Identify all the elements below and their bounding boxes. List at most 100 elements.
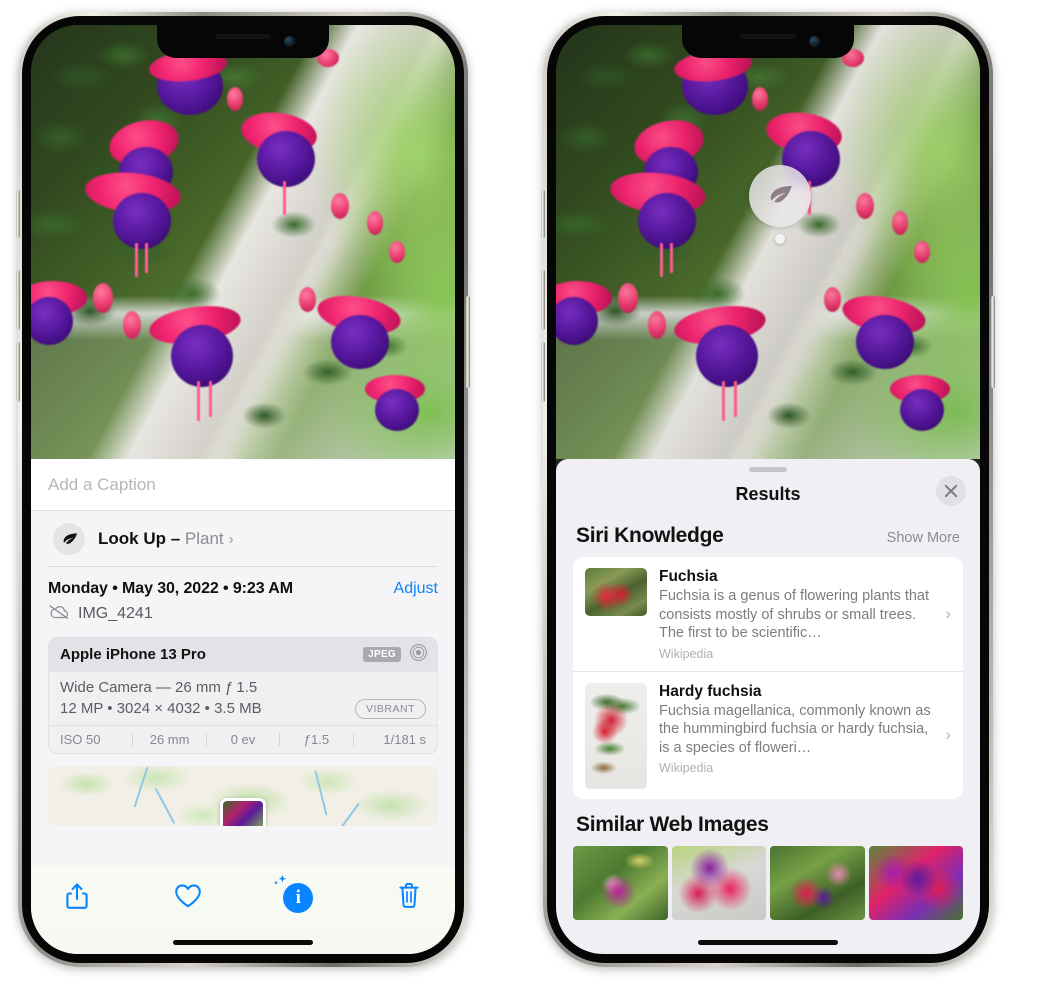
left-iphone-device: Add a Caption Look Up – Plant › Monday •… [16, 12, 470, 967]
front-camera [284, 36, 295, 47]
photo-pin-thumbnail[interactable] [220, 797, 266, 826]
mute-switch[interactable] [16, 190, 20, 238]
volume-down-button[interactable] [16, 342, 20, 402]
web-image-4[interactable] [868, 845, 963, 920]
visual-look-up-anchor-dot [775, 234, 785, 244]
knowledge-source: Wikipedia [659, 761, 714, 776]
volume-up-button[interactable] [541, 270, 545, 330]
fuchsia-thumbnail [585, 568, 647, 616]
right-screen: Results Siri Knowledge Show More Fuchsia… [556, 25, 980, 954]
chevron-right-icon: › [945, 603, 951, 623]
photo-info-panel: Add a Caption Look Up – Plant › Monday •… [31, 459, 455, 954]
delete-button[interactable] [387, 878, 431, 918]
notch [157, 25, 329, 58]
sparkles-icon [31, 503, 40, 528]
screenshot-stage: Add a Caption Look Up – Plant › Monday •… [0, 0, 1055, 985]
look-up-label: Look Up – Plant › [98, 529, 234, 549]
knowledge-title: Hardy fuchsia [659, 682, 762, 700]
show-more-button[interactable]: Show More [887, 530, 960, 546]
lens-line: Wide Camera — 26 mm ƒ 1.5 [60, 678, 258, 696]
camera-header: Apple iPhone 13 Pro JPEG [49, 637, 437, 672]
camera-model: Apple iPhone 13 Pro [60, 646, 206, 663]
leaf-icon [765, 179, 795, 214]
visual-look-up-badge[interactable] [749, 165, 811, 227]
vibrant-badge: VIBRANT [354, 698, 426, 719]
share-icon [65, 882, 89, 915]
home-indicator[interactable] [698, 940, 838, 945]
section-title: Siri Knowledge [576, 524, 724, 547]
favorite-button[interactable] [166, 878, 210, 918]
knowledge-row[interactable]: Fuchsia Fuchsia is a genus of flowering … [573, 557, 963, 671]
photo-viewer[interactable] [31, 25, 455, 459]
heart-icon [174, 883, 202, 914]
sparkles-icon [272, 874, 289, 897]
photo-dim-overlay [556, 25, 980, 459]
info-glyph: i [295, 887, 301, 908]
photo-datetime: Monday • May 30, 2022 • 9:23 AM [48, 579, 293, 597]
sheet-title: Results [735, 483, 801, 504]
file-name: IMG_4241 [78, 605, 153, 622]
siri-knowledge-header: Siri Knowledge Show More [556, 516, 980, 557]
icloud-slash-icon [48, 604, 70, 625]
knowledge-title: Fuchsia [659, 568, 718, 585]
exif-shutter: 1/181 s [383, 731, 427, 747]
section-title: Similar Web Images [576, 812, 769, 836]
exif-iso: ISO 50 [60, 731, 101, 747]
web-image-2[interactable] [671, 845, 766, 920]
look-up-row[interactable]: Look Up – Plant › [31, 509, 455, 566]
specs-line: 12 MP • 3024 × 4032 • 3.5 MB [60, 700, 262, 717]
hardy-fuchsia-thumbnail [585, 682, 647, 789]
chevron-right-icon: › [945, 725, 951, 745]
chevron-right-icon: › [228, 530, 234, 548]
close-button[interactable] [936, 476, 966, 506]
power-button[interactable] [466, 296, 470, 388]
knowledge-description: Fuchsia magellanica, commonly known as t… [659, 702, 931, 756]
look-up-title: Look Up – [98, 528, 185, 548]
similar-web-images-strip[interactable] [556, 845, 980, 920]
location-map[interactable] [48, 765, 438, 826]
share-button[interactable] [55, 878, 99, 918]
camera-info-card: Apple iPhone 13 Pro JPEG Wide Camera — 2… [48, 636, 438, 754]
web-image-3[interactable] [770, 845, 865, 920]
results-sheet: Results Siri Knowledge Show More Fuchsia… [556, 459, 980, 954]
exif-ev: 0 ev [230, 731, 256, 747]
exif-row: ISO 50 26 mm 0 ev ƒ1.5 1/181 s [49, 724, 437, 753]
mute-switch[interactable] [541, 190, 545, 238]
camera-header-badges: JPEG [363, 643, 428, 667]
knowledge-description: Fuchsia is a genus of flowering plants t… [659, 588, 930, 642]
exif-aperture: ƒ1.5 [303, 731, 330, 747]
earpiece-speaker [740, 34, 796, 39]
aperture-icon [409, 643, 428, 667]
volume-down-button[interactable] [541, 342, 545, 402]
file-row: IMG_4241 [31, 598, 455, 637]
knowledge-source: Wikipedia [659, 646, 714, 661]
knowledge-text: Hardy fuchsia Fuchsia magellanica, commo… [659, 683, 951, 776]
right-iphone-device: Results Siri Knowledge Show More Fuchsia… [541, 12, 995, 967]
trash-icon [397, 882, 421, 914]
exif-focal: 26 mm [149, 731, 190, 747]
sheet-header: Results [556, 472, 980, 516]
volume-up-button[interactable] [16, 270, 20, 330]
look-up-subject: Plant [184, 528, 224, 548]
info-button[interactable]: i [274, 874, 320, 918]
front-camera [809, 36, 820, 47]
similar-web-images-header: Similar Web Images [556, 799, 980, 844]
siri-knowledge-card-group: Fuchsia Fuchsia is a genus of flowering … [573, 557, 963, 799]
knowledge-text: Fuchsia Fuchsia is a genus of flowering … [659, 568, 951, 661]
power-button[interactable] [991, 296, 995, 388]
datetime-row: Monday • May 30, 2022 • 9:23 AM Adjust [31, 567, 455, 598]
format-badge: JPEG [363, 647, 401, 662]
knowledge-row[interactable]: Hardy fuchsia Fuchsia magellanica, commo… [573, 670, 963, 799]
left-screen: Add a Caption Look Up – Plant › Monday •… [31, 25, 455, 954]
leaf-icon [53, 522, 85, 555]
close-icon [944, 484, 958, 498]
notch [682, 25, 854, 58]
specs-row: 12 MP • 3024 × 4032 • 3.5 MB VIBRANT [60, 698, 426, 719]
earpiece-speaker [215, 34, 271, 39]
web-image-1[interactable] [573, 845, 668, 920]
adjust-button[interactable]: Adjust [394, 580, 438, 598]
photo-viewer[interactable] [556, 25, 980, 459]
caption-field[interactable]: Add a Caption [31, 459, 455, 511]
photo-blooms [31, 25, 455, 459]
home-indicator[interactable] [173, 940, 313, 945]
